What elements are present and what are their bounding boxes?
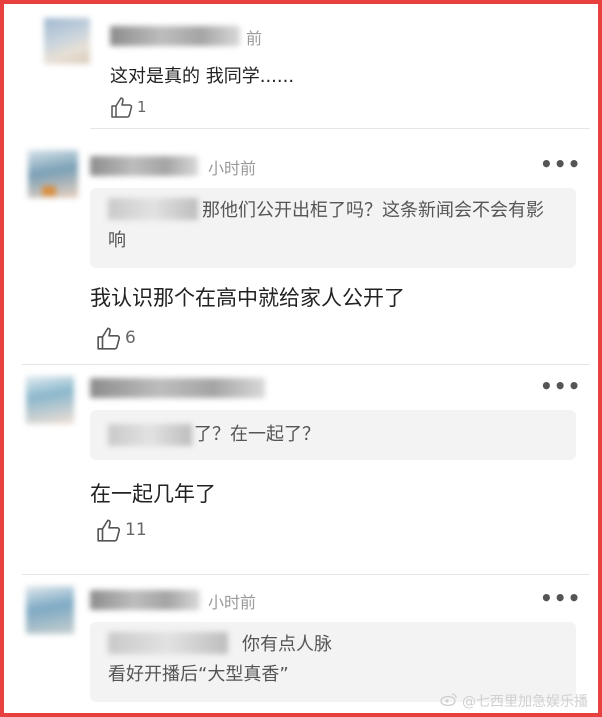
- watermark: @七西里加急娱乐播: [440, 691, 588, 711]
- quoted-reply: 了？在一起了？: [90, 410, 576, 460]
- comment-time: 小时前: [208, 159, 257, 178]
- avatar[interactable]: [26, 586, 74, 634]
- like-count: 6: [125, 328, 136, 348]
- thumbs-up-icon: [96, 326, 122, 350]
- comment-text: 在一起几年了: [90, 482, 216, 506]
- avatar[interactable]: [28, 150, 78, 198]
- divider: [22, 574, 590, 575]
- avatar[interactable]: [26, 376, 74, 424]
- comment-time: 前: [246, 29, 263, 48]
- username-blurred[interactable]: [90, 156, 198, 176]
- more-options-button[interactable]: •••: [540, 374, 581, 398]
- like-count: 1: [137, 98, 147, 116]
- like-button[interactable]: 6: [96, 326, 136, 350]
- username-blurred[interactable]: [90, 590, 200, 610]
- weibo-logo-icon: [440, 692, 458, 710]
- divider: [90, 128, 590, 129]
- like-button[interactable]: 11: [96, 518, 147, 542]
- divider: [22, 364, 590, 365]
- quoted-reply: 那他们公开出柜了吗？这条新闻会不会有影响: [90, 188, 576, 268]
- quoted-text: 那他们公开出柜了吗？这条新闻会不会有影响: [108, 200, 544, 251]
- comment-text: 这对是真的 我同学......: [110, 66, 295, 87]
- comment-text: 我认识那个在高中就给家人公开了: [90, 286, 405, 310]
- thumbs-up-icon: [110, 96, 134, 118]
- quoted-username-blurred: [108, 424, 192, 446]
- quoted-text: 了？在一起了？: [194, 424, 320, 445]
- thumbs-up-icon: [96, 518, 122, 542]
- quoted-text-line-2: 看好开播后“大型真香”: [108, 664, 289, 685]
- more-options-button[interactable]: •••: [540, 152, 581, 176]
- avatar[interactable]: [44, 18, 90, 64]
- watermark-text: @七西里加急娱乐播: [462, 694, 588, 710]
- quoted-text-line-1: 你有点人脉: [242, 634, 332, 655]
- like-button[interactable]: 1: [110, 96, 147, 118]
- like-count: 11: [125, 520, 147, 540]
- quoted-username-blurred: [108, 632, 228, 654]
- comment-time: 小时前: [208, 593, 257, 612]
- more-options-button[interactable]: •••: [540, 586, 581, 610]
- quoted-reply: 你有点人脉 看好开播后“大型真香”: [90, 622, 576, 702]
- username-blurred[interactable]: [90, 378, 265, 398]
- username-blurred[interactable]: [110, 26, 240, 46]
